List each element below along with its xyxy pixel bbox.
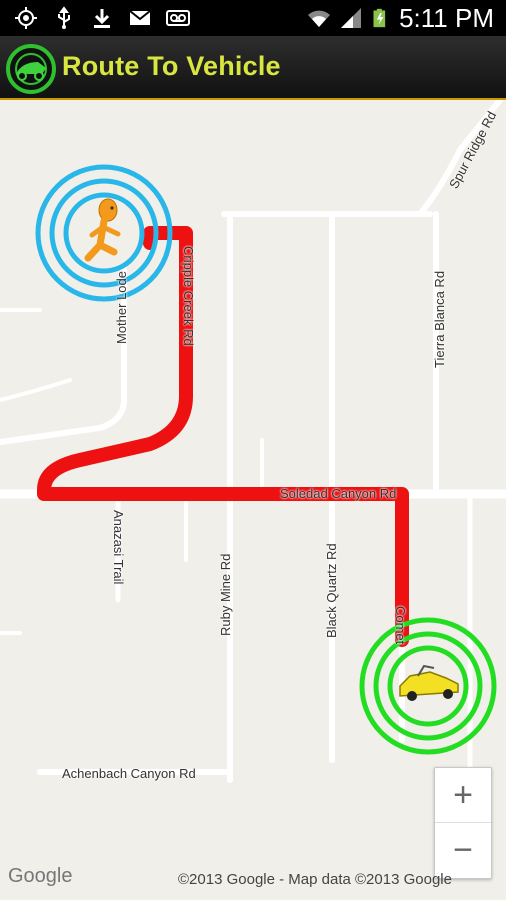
road-mother-lode [0,267,127,445]
gps-icon [15,7,37,29]
map-copyright: ©2013 Google - Map data ©2013 Google [178,871,452,888]
status-system: 5:11 PM [307,4,494,32]
signal-icon [341,8,362,28]
road-left-curve [0,378,72,402]
label-soledad-canyon: Soledad Canyon Rd [280,486,397,501]
usb-icon [58,6,70,29]
status-notifications [14,6,190,30]
label-black-quartz: Black Quartz Rd [324,543,339,638]
wifi-icon [308,10,331,27]
clock: 5:11 PM [399,3,494,33]
gmail-icon [129,10,151,25]
label-ruby-mine: Ruby Mine Rd [218,553,233,636]
label-cripple-creek: Cripple Creek Rd [181,246,196,346]
car-pointer-logo-icon[interactable] [6,44,56,94]
yellow-car-icon[interactable] [399,664,459,701]
zoom-in-button[interactable]: + [435,768,491,823]
label-tierra-blanca: Tierra Blanca Rd [432,270,447,368]
zoom-out-button[interactable]: − [435,823,491,877]
app-bar: Route To Vehicle [0,36,506,100]
label-achenbach-canyon: Achenbach Canyon Rd [62,766,196,781]
label-comet: Comet [393,606,408,645]
label-anazasi-trail: Anazasi Trail [111,510,126,585]
status-bar: 5:11 PM [0,0,506,36]
walking-person-icon[interactable] [84,198,121,262]
app-title: Route To Vehicle [62,51,281,81]
label-mother-lode: Mother Lode [114,271,129,344]
map-view[interactable]: Spur Ridge Rd Mother Lode Cripple Creek … [0,100,506,900]
zoom-controls: + − [434,767,492,879]
google-logo[interactable]: Google [8,865,73,888]
voicemail-icon [166,10,190,26]
download-icon [94,9,110,28]
battery-charging-icon [373,8,386,28]
